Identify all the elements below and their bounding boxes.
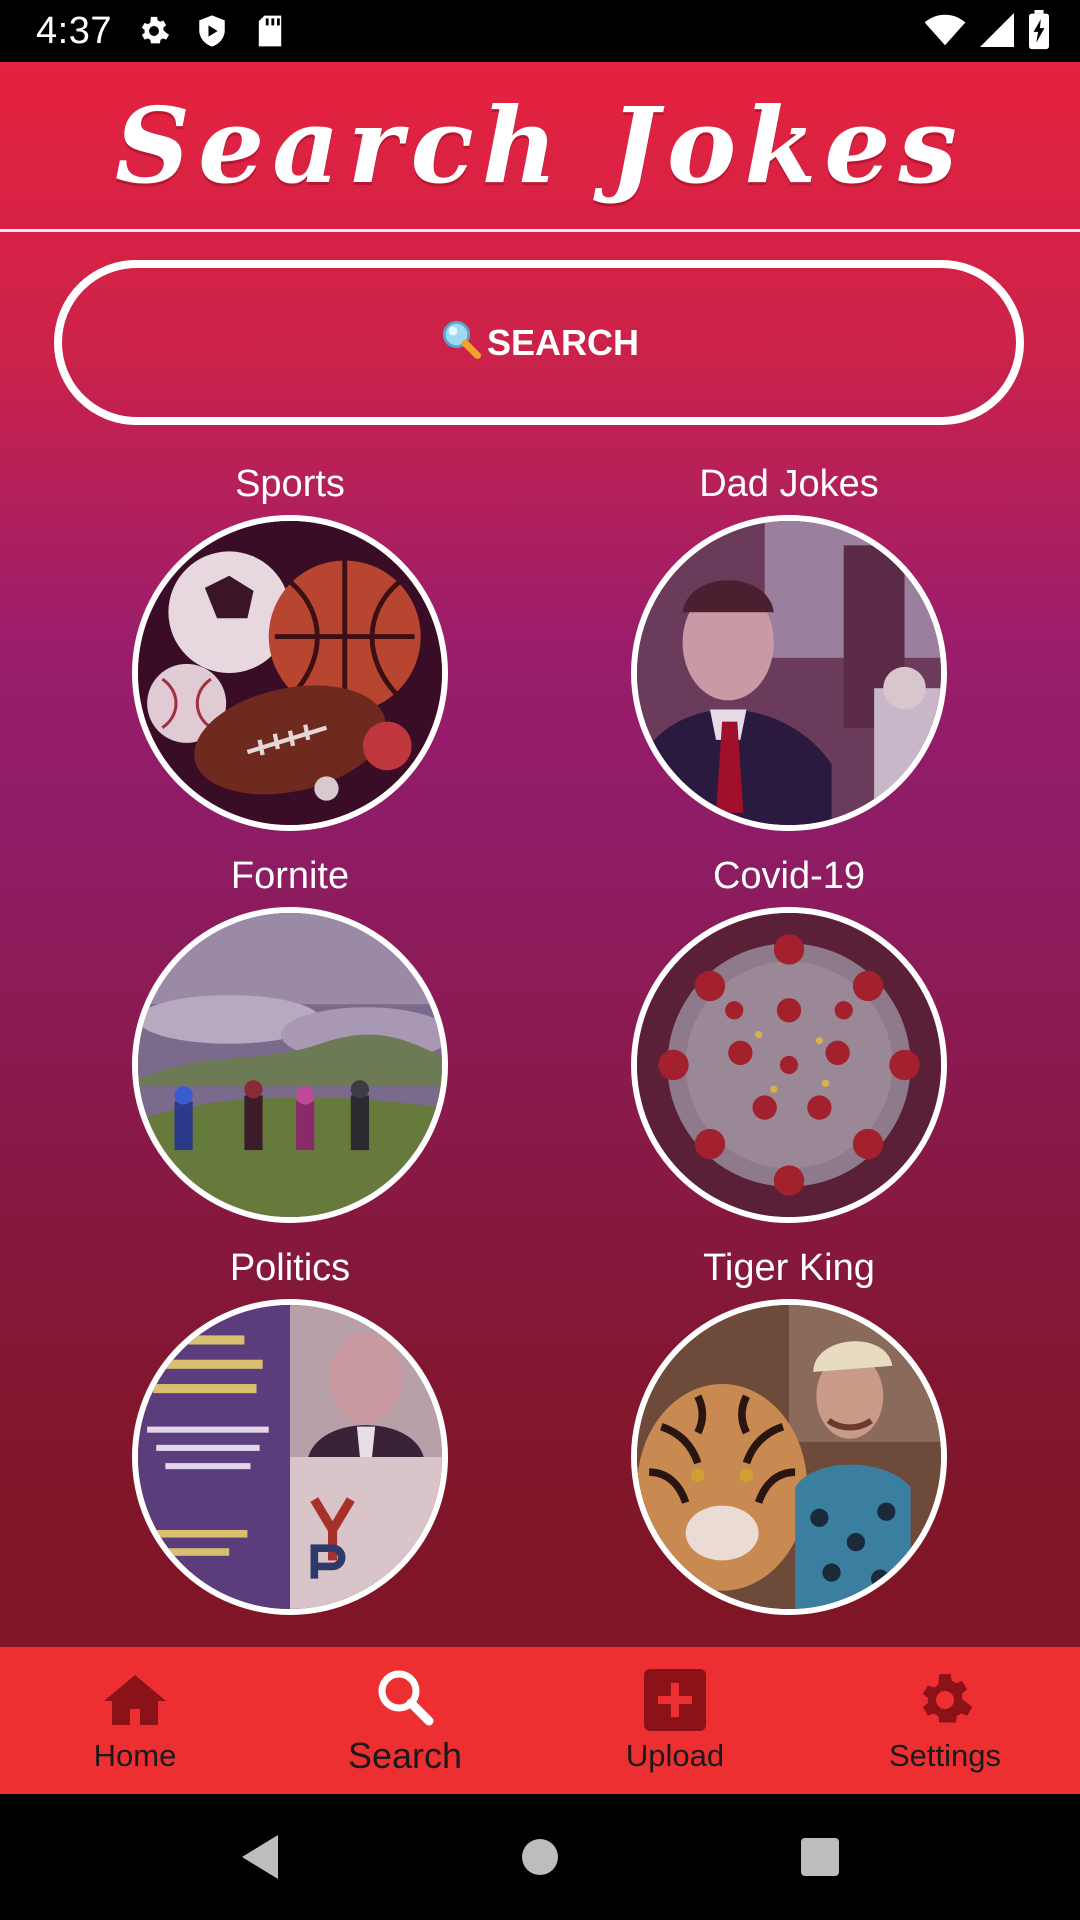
nav-item-home[interactable]: Home: [0, 1647, 270, 1794]
status-time: 4:37: [36, 9, 112, 52]
nav-label: Home: [93, 1737, 177, 1773]
nav-item-search[interactable]: Search: [270, 1647, 540, 1794]
nav-label: Settings: [888, 1737, 1001, 1773]
page-title: Search Jokes: [115, 84, 965, 207]
bottom-nav: Home Search Upload Settings: [0, 1647, 1080, 1794]
plus-square-icon: [640, 1668, 710, 1732]
category-label: Fornite: [230, 855, 350, 897]
nav-label: Upload: [625, 1737, 725, 1773]
category-label: Politics: [229, 1247, 351, 1289]
search-button[interactable]: SEARCH: [54, 260, 1024, 425]
category-label: Sports: [235, 463, 345, 505]
gear-icon: [910, 1668, 980, 1732]
shield-play-status-icon: [192, 11, 232, 51]
cell-signal-icon: [980, 13, 1014, 52]
category-image: [631, 515, 947, 831]
nav-label: Search: [347, 1734, 463, 1776]
header: Search Jokes: [0, 62, 1080, 232]
category-image: [132, 907, 448, 1223]
app-content: Search Jokes SEARCH Sports Dad Jokes For…: [0, 62, 1080, 1647]
category-covid-19[interactable]: Covid-19: [624, 851, 954, 1223]
category-fornite[interactable]: Fornite: [125, 851, 455, 1223]
search-button-label: SEARCH: [486, 321, 639, 363]
category-sports[interactable]: Sports: [125, 459, 455, 831]
status-bar: 4:37: [0, 0, 1080, 62]
category-label: Dad Jokes: [699, 463, 879, 505]
category-image: [631, 1299, 947, 1615]
category-tiger-king[interactable]: Tiger King: [624, 1243, 954, 1615]
battery-icon: [1028, 10, 1050, 55]
home-circle-icon[interactable]: [510, 1827, 570, 1887]
back-icon[interactable]: [230, 1827, 290, 1887]
category-dad-jokes[interactable]: Dad Jokes: [624, 459, 954, 831]
category-image: [631, 907, 947, 1223]
nav-item-settings[interactable]: Settings: [810, 1647, 1080, 1794]
category-politics[interactable]: Politics: [125, 1243, 455, 1615]
sd-card-status-icon: [250, 11, 290, 51]
category-image: [132, 515, 448, 831]
recents-icon[interactable]: [790, 1827, 850, 1887]
settings-gear-status-icon: [134, 11, 174, 51]
wifi-icon: [924, 13, 966, 52]
category-label: Tiger King: [703, 1247, 875, 1289]
category-label: Covid-19: [712, 855, 866, 897]
home-icon: [100, 1668, 170, 1732]
system-nav-bar: [0, 1794, 1080, 1920]
category-image: [132, 1299, 448, 1615]
magnifier-icon: [439, 317, 481, 368]
search-icon: [370, 1665, 440, 1729]
nav-item-upload[interactable]: Upload: [540, 1647, 810, 1794]
